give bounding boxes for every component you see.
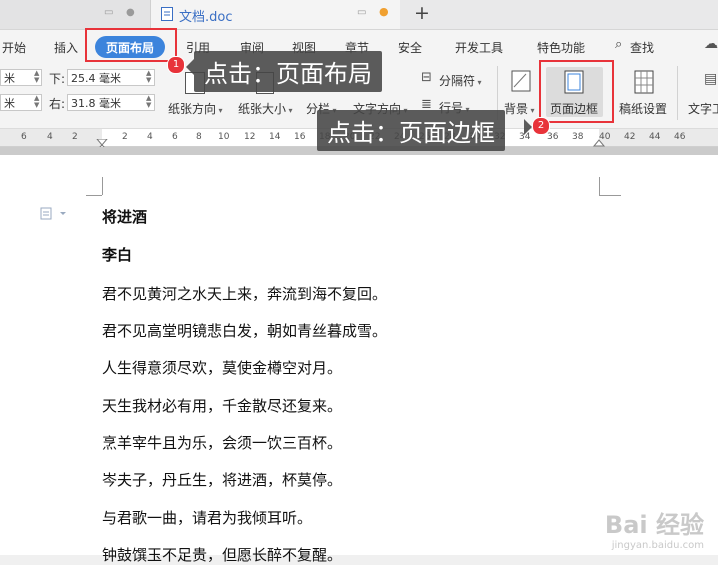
poem-line[interactable]: 君不见高堂明镜悲白发，朝如青丝暮成雪。 xyxy=(102,320,387,341)
menu-features[interactable]: 特色功能 xyxy=(537,39,585,56)
monitor-icon: ▭ xyxy=(104,7,114,18)
ruler-tick: 36 xyxy=(547,132,559,142)
poem-line[interactable]: 天生我材必有用，千金散尽还复来。 xyxy=(102,395,342,416)
spin-arrows-icon[interactable]: ▲ ▼ xyxy=(146,70,151,84)
ribbon-divider xyxy=(677,66,678,120)
poem-title[interactable]: 将进酒 xyxy=(102,206,147,227)
menu-security[interactable]: 安全 xyxy=(398,39,422,56)
cloud-icon[interactable]: ☁ xyxy=(704,36,718,52)
search-icon: ⌕ xyxy=(615,37,623,52)
background-button[interactable]: 背景 ▾ xyxy=(504,100,535,117)
highlight-box-page-border xyxy=(539,60,614,123)
ruler-tick: 8 xyxy=(196,132,202,142)
right-indent-marker-icon[interactable] xyxy=(593,139,605,147)
spin-arrows-icon[interactable]: ▲ ▼ xyxy=(34,70,39,84)
ruler-tick: 46 xyxy=(674,132,686,142)
separator-icon: ⊟ xyxy=(421,70,432,85)
margin-bottom-field[interactable]: 25.4 毫米 xyxy=(67,69,155,86)
ruler-tick: 6 xyxy=(21,132,27,142)
separator-button[interactable]: 分隔符 ▾ xyxy=(439,72,482,89)
manuscript-button[interactable]: 稿纸设置 xyxy=(619,100,667,117)
watermark: Bai 经验 jingyan.baidu.com xyxy=(605,505,704,551)
tab-document[interactable]: 文档.doc ▭ ● xyxy=(151,0,400,29)
orientation-button[interactable]: 纸张方向 ▾ xyxy=(168,100,223,117)
ruler-tick: 16 xyxy=(294,132,306,142)
ruler-tick: 2 xyxy=(72,132,78,142)
ruler-tick: 12 xyxy=(244,132,256,142)
watermark-brand: Bai 经验 xyxy=(604,511,704,539)
menu-insert[interactable]: 插入 xyxy=(54,39,78,56)
document-tab-title: 文档.doc xyxy=(179,10,233,25)
margin-right-label: 右: xyxy=(49,97,66,111)
menu-developer[interactable]: 开发工具 xyxy=(455,39,503,56)
poem-line[interactable]: 人生得意须尽欢，莫使金樽空对月。 xyxy=(102,357,342,378)
dot-icon: ● xyxy=(126,7,135,18)
ruler-tick: 44 xyxy=(649,132,661,142)
callout-step-2: 点击：页面边框 xyxy=(317,110,505,151)
spin-arrows-icon[interactable]: ▲ ▼ xyxy=(146,95,151,109)
margin-right-field[interactable]: 31.8 毫米 xyxy=(67,94,155,111)
watermark-url: jingyan.baidu.com xyxy=(611,540,704,551)
ruler-tick: 14 xyxy=(269,132,281,142)
callout-arrow xyxy=(186,59,194,75)
ruler-tick: 38 xyxy=(572,132,584,142)
crop-mark xyxy=(86,195,102,196)
paragraph-handle-icon[interactable] xyxy=(40,207,68,220)
crop-mark xyxy=(599,177,600,195)
ruler-tick: 4 xyxy=(147,132,153,142)
callout-step-1: 点击：页面布局 xyxy=(194,51,382,92)
poem-line[interactable]: 与君歌一曲，请君为我倾耳听。 xyxy=(102,507,312,528)
search-button[interactable]: 查找 xyxy=(630,39,654,56)
doc-file-icon xyxy=(161,7,173,21)
ruler-tick: 10 xyxy=(218,132,230,142)
margin-bottom-label: 下: xyxy=(49,72,66,86)
manuscript-icon[interactable] xyxy=(634,70,654,94)
menu-home[interactable]: 开始 xyxy=(2,39,26,56)
spin-arrows-icon[interactable]: ▲ ▼ xyxy=(34,95,39,109)
monitor-icon: ▭ xyxy=(357,7,367,18)
step-badge-2: 2 xyxy=(532,117,550,135)
poem-line[interactable]: 君不见黄河之水天上来，奔流到海不复回。 xyxy=(102,283,387,304)
previous-tab[interactable]: ▭ ● xyxy=(0,0,151,29)
ruler-tick: 42 xyxy=(624,132,636,142)
background-icon[interactable] xyxy=(511,70,531,92)
poem-line[interactable]: 烹羊宰牛且为乐，会须一饮三百杯。 xyxy=(102,432,342,453)
highlight-box-page-layout xyxy=(85,28,177,62)
callout-arrow xyxy=(524,119,532,135)
crop-mark xyxy=(102,177,103,195)
ruler-tick: 2 xyxy=(122,132,128,142)
step-badge-1: 1 xyxy=(167,56,185,74)
paper-size-button[interactable]: 纸张大小 ▾ xyxy=(238,100,293,117)
poem-line[interactable]: 岑夫子，丹丘生，将进酒，杯莫停。 xyxy=(102,469,342,490)
text-tool-button[interactable]: 文字工 xyxy=(688,100,718,117)
unsaved-dot-icon: ● xyxy=(379,5,389,18)
ruler-tick: 4 xyxy=(47,132,53,142)
poem-author[interactable]: 李白 xyxy=(102,244,132,265)
text-tool-icon: ▤ xyxy=(704,71,718,87)
ruler-tick: 6 xyxy=(172,132,178,142)
crop-mark xyxy=(599,195,621,196)
new-tab-button[interactable]: + xyxy=(414,2,430,24)
